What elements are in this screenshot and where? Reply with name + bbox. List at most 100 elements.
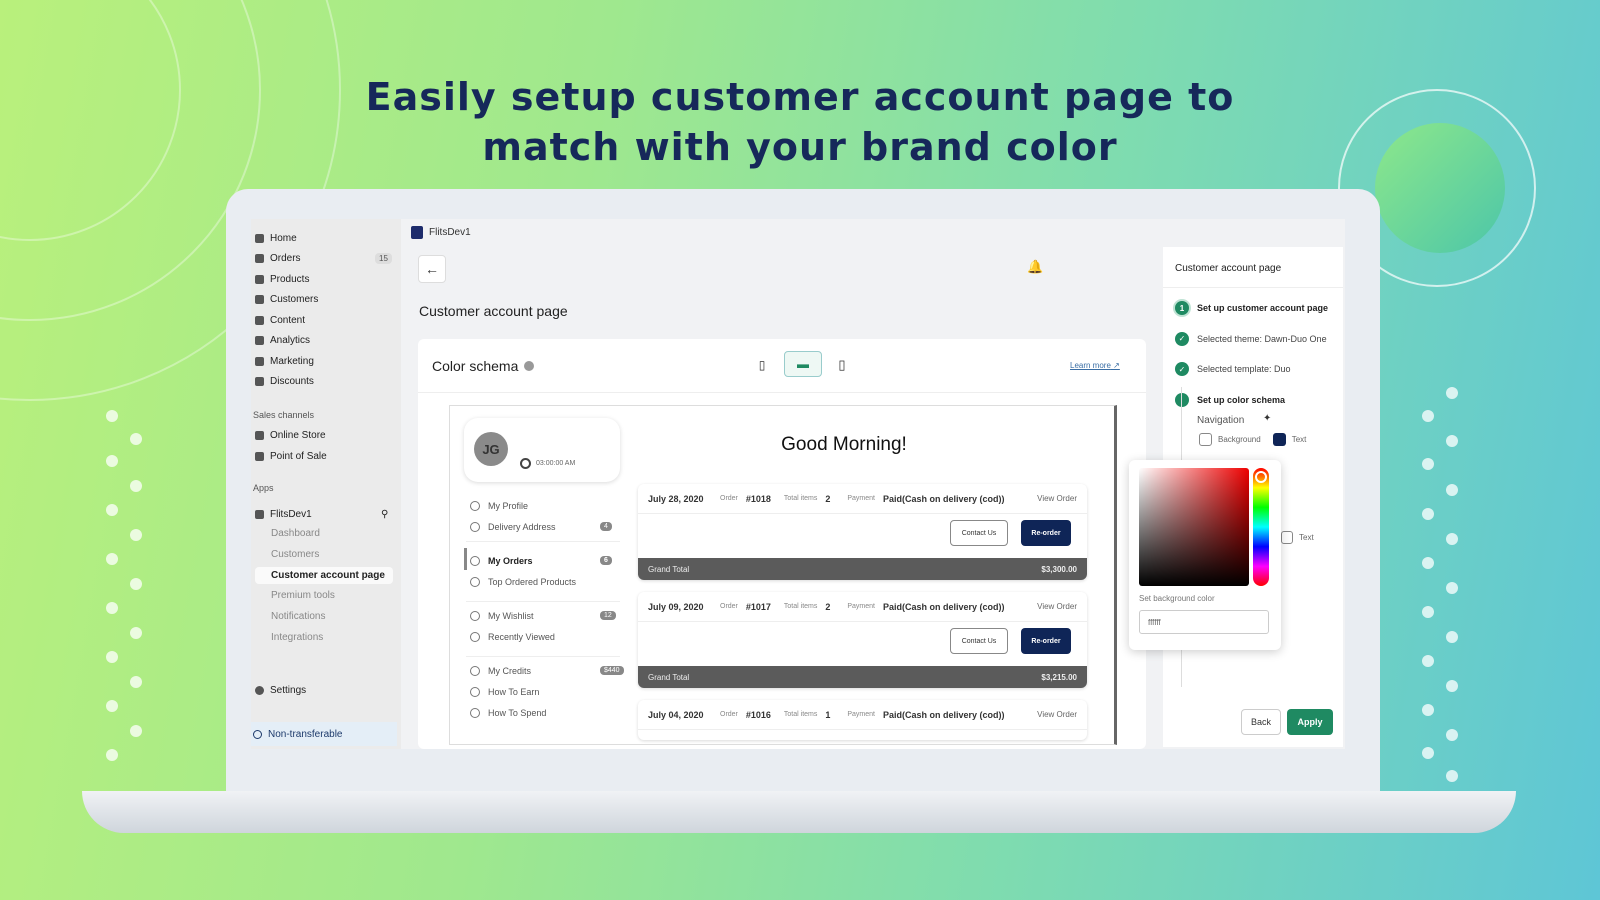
app-screen: Home Orders 15 Products Customers Content Anal… <box>251 219 1345 749</box>
sidebar-item-label: Customers <box>270 294 319 305</box>
preview-nav-item[interactable]: How To Spend <box>470 708 546 718</box>
sidebar-item-label: Online Store <box>270 429 326 441</box>
sidebar-item-marketing[interactable]: Marketing <box>255 352 314 370</box>
sidebar-item-label: Point of Sale <box>270 450 327 462</box>
bell-icon[interactable]: 🔔 <box>1027 259 1043 275</box>
sidebar-item-customers[interactable]: Customers <box>255 291 318 309</box>
desktop-view-button[interactable]: ▬ <box>784 351 822 377</box>
learn-more-link[interactable]: Learn more ↗ <box>1070 361 1120 370</box>
preview-nav-item[interactable]: Top Ordered Products <box>470 577 576 587</box>
sidebar-subitem[interactable]: Notifications <box>271 611 325 622</box>
decor-dot <box>1446 770 1458 782</box>
order-header: July 04, 2020 Order #1016 Total items 1 Payme… <box>638 700 1087 730</box>
notice-label: Non-transferable <box>268 728 343 740</box>
nav-item-badge: 12 <box>600 611 616 620</box>
tag-icon <box>255 274 264 284</box>
payment-label: Payment <box>847 603 875 610</box>
apply-button[interactable]: Apply <box>1287 709 1333 735</box>
active-nav-indicator <box>464 548 467 570</box>
view-order-link[interactable]: View Order <box>1037 602 1077 611</box>
order-card: July 04, 2020 Order #1016 Total items 1 Payme… <box>638 700 1087 740</box>
mobile-view-button[interactable]: ▯ <box>752 353 772 377</box>
sidebar-item-content[interactable]: Content <box>255 311 305 329</box>
hex-input[interactable]: ffffff <box>1139 610 1269 634</box>
decor-dot <box>1446 729 1458 741</box>
home-icon <box>255 233 264 243</box>
preview-nav-item[interactable]: My Orders 6 <box>470 556 612 566</box>
contact-us-button[interactable]: Contact Us <box>950 628 1008 654</box>
contact-us-button[interactable]: Contact Us <box>950 520 1008 546</box>
sidebar-subitem[interactable]: Dashboard <box>271 528 320 539</box>
total-items: 1 <box>825 709 831 720</box>
sidebar-item-discounts[interactable]: Discounts <box>255 373 314 391</box>
view-order-link[interactable]: View Order <box>1037 494 1077 503</box>
preview-nav-item[interactable]: Recently Viewed <box>470 632 555 642</box>
sidebar-item-home[interactable]: Home <box>255 229 297 247</box>
sidebar-item-channel[interactable]: Point of Sale <box>255 447 327 465</box>
hue-handle[interactable] <box>1255 471 1267 483</box>
text-swatch[interactable] <box>1272 433 1286 446</box>
back-arrow-button[interactable]: ← <box>418 255 446 283</box>
discount-icon <box>255 377 264 386</box>
sidebar-item-channel[interactable]: Online Store <box>255 426 326 444</box>
payment-label: Payment <box>847 711 875 718</box>
back-button[interactable]: Back <box>1241 709 1281 735</box>
setup-step[interactable]: 1 Set up customer account page <box>1175 301 1328 315</box>
preview-nav-item[interactable]: My Wishlist 12 <box>470 611 616 621</box>
reorder-button[interactable]: Re-order <box>1021 628 1071 654</box>
setup-step[interactable]: Set up color schema <box>1175 392 1285 407</box>
apps-heading: Apps <box>253 483 274 493</box>
decor-dot <box>106 749 118 761</box>
text-label-2: Text <box>1299 533 1314 542</box>
step-label: Set up customer account page <box>1197 303 1329 313</box>
setup-step[interactable]: ✓ Selected theme: Dawn-Duo One <box>1175 331 1327 346</box>
sidebar-item-orders[interactable]: Orders 15 <box>255 250 392 268</box>
order-date: July 09, 2020 <box>648 601 704 612</box>
order-date: July 04, 2020 <box>648 709 704 720</box>
text-swatch-2[interactable] <box>1281 531 1293 544</box>
nav-item-label: My Credits <box>488 666 532 676</box>
view-order-link[interactable]: View Order <box>1037 710 1077 719</box>
sidebar-item-app[interactable]: FlitsDev1 ⚲ <box>255 505 388 523</box>
reorder-button[interactable]: Re-order <box>1021 520 1071 546</box>
payment-label: Payment <box>847 495 875 502</box>
grand-total-bar: Grand Total $3,300.00 <box>638 558 1087 580</box>
step-label: Selected template: Duo <box>1197 364 1291 374</box>
decor-dot <box>1422 606 1434 618</box>
preview-nav-item[interactable]: My Credits $440 <box>470 666 624 676</box>
nav-item-icon <box>470 632 480 642</box>
preview-nav-item[interactable]: My Profile <box>470 501 528 511</box>
nav-item-label: How To Spend <box>488 708 547 718</box>
nav-item-label: Recently Viewed <box>488 632 555 642</box>
decor-dot <box>106 602 118 614</box>
decor-dot <box>1422 704 1434 716</box>
sidebar-item-label: FlitsDev1 <box>270 508 312 520</box>
preview-nav-item[interactable]: Delivery Address 4 <box>470 522 612 532</box>
order-card: July 28, 2020 Order #1018 Total items 2 Payme… <box>638 484 1087 580</box>
info-icon[interactable] <box>524 361 535 371</box>
profile-card: JG 03:00:00 AM <box>464 418 620 482</box>
sidebar-subitem[interactable]: Premium tools <box>271 590 335 601</box>
background-swatch[interactable] <box>1199 433 1212 446</box>
hue-slider[interactable] <box>1253 468 1269 586</box>
decor-dot <box>130 578 142 590</box>
sidebar-subitem[interactable]: Customers <box>271 549 319 560</box>
sidebar-subitem[interactable]: Integrations <box>271 632 323 643</box>
sidebar-item-settings[interactable]: Settings <box>255 681 306 699</box>
decor-dot <box>1422 655 1434 667</box>
sidebar-subitem[interactable]: Customer account page <box>255 566 393 584</box>
nav-item-label: My Orders <box>488 556 533 566</box>
sidebar-item-products[interactable]: Products <box>255 270 309 288</box>
setup-step[interactable]: ✓ Selected template: Duo <box>1175 362 1291 376</box>
nav-item-icon <box>470 501 480 511</box>
saturation-area[interactable] <box>1139 468 1249 586</box>
color-picker-popup: Set background color ffffff <box>1129 460 1281 650</box>
greeting: Good Morning! <box>781 434 907 455</box>
pin-icon[interactable]: ⚲ <box>381 509 388 520</box>
order-label: Order <box>720 711 738 718</box>
preview-nav-item[interactable]: How To Earn <box>470 687 539 697</box>
tablet-view-button[interactable]: ▯ <box>832 353 852 377</box>
sidebar-item-label: Home <box>270 232 297 244</box>
sidebar-item-analytics[interactable]: Analytics <box>255 332 310 350</box>
order-label: Order <box>720 603 738 610</box>
